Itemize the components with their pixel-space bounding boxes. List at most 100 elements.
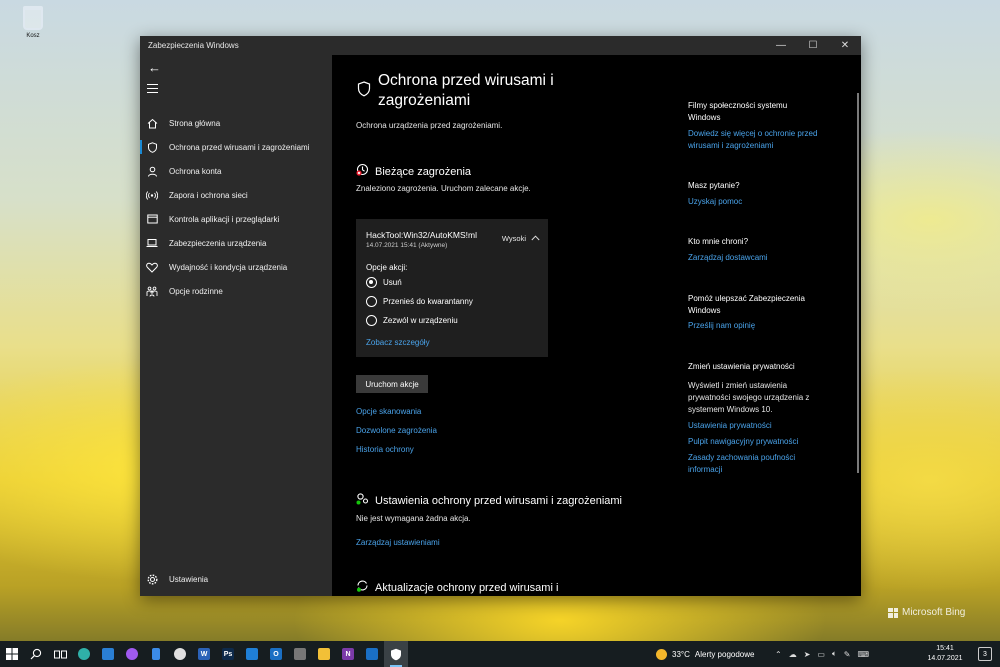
sidebar-item-label: Ochrona przed wirusami i zagrożeniami xyxy=(169,142,310,152)
option-quarantine-radio[interactable]: Przenieś do kwarantanny xyxy=(366,296,473,307)
sidebar-item-device-security[interactable]: Zabezpieczenia urządzenia xyxy=(140,231,332,255)
scan-options-link[interactable]: Opcje skanowania xyxy=(356,407,421,416)
option-allow-radio[interactable]: Zezwól w urządzeniu xyxy=(366,315,458,326)
community-heading: Filmy społeczności systemu Windows xyxy=(688,101,788,122)
current-threats-heading: Bieżące zagrożenia xyxy=(375,166,472,178)
calculator-logo xyxy=(294,648,306,660)
person-icon xyxy=(146,165,158,177)
recycle-bin[interactable]: Kosz xyxy=(16,6,50,39)
page-subtitle: Ochrona urządzenia przed zagrożeniami. xyxy=(356,121,503,130)
shield-icon xyxy=(146,141,158,153)
language-icon[interactable]: ⌨︎ xyxy=(857,650,869,659)
privacy-statement-link[interactable]: Zasady zachowania poufności informacji xyxy=(688,452,813,476)
word-icon[interactable]: W xyxy=(192,641,216,667)
see-details-link[interactable]: Zobacz szczegóły xyxy=(366,338,430,347)
security-icon[interactable] xyxy=(384,641,408,667)
settings-section-header: Ustawienia ochrony przed wirusami i zagr… xyxy=(356,492,622,510)
taskbar: W Ps O N 33°C Alerty pogodowe ⌃ ☁ ➤ ▭ 🔈︎… xyxy=(0,641,1000,667)
outlook-icon[interactable]: O xyxy=(264,641,288,667)
phone-logo xyxy=(152,648,160,660)
weather-widget[interactable]: 33°C Alerty pogodowe xyxy=(656,641,754,667)
sidebar-item-label: Opcje rodzinne xyxy=(169,286,223,296)
sidebar-item-settings[interactable]: Ustawienia xyxy=(140,567,208,591)
close-button[interactable]: ✕ xyxy=(829,36,861,55)
messenger-icon[interactable] xyxy=(120,641,144,667)
privacy-text: Wyświetl i zmień ustawienia prywatności … xyxy=(688,381,810,414)
system-tray: ⌃ ☁ ➤ ▭ 🔈︎ ✎ ⌨︎ xyxy=(775,641,869,667)
clock[interactable]: 15:41 14.07.2021 xyxy=(925,644,965,664)
sidebar-item-app-control[interactable]: Kontrola aplikacji i przeglądarki xyxy=(140,207,332,231)
minimize-button[interactable]: — xyxy=(765,36,797,55)
sidebar-item-account[interactable]: Ochrona konta xyxy=(140,159,332,183)
settings-section-heading: Ustawienia ochrony przed wirusami i zagr… xyxy=(375,495,622,507)
main-content: Ochrona przed wirusami i zagrożeniami Oc… xyxy=(332,55,861,596)
sidebar-item-virus-protection[interactable]: Ochrona przed wirusami i zagrożeniami xyxy=(140,135,332,159)
maximize-button[interactable]: ☐ xyxy=(797,36,829,55)
heart-icon xyxy=(146,261,158,273)
privacy-heading: Zmień ustawienia prywatności xyxy=(688,362,795,371)
task-view-icon[interactable] xyxy=(48,641,72,667)
sidebar-item-device-health[interactable]: Wydajność i kondycja urządzenia xyxy=(140,255,332,279)
option-label: Zezwól w urządzeniu xyxy=(383,316,458,325)
sidebar-item-label: Ochrona konta xyxy=(169,166,222,176)
chevron-up-icon[interactable]: ⌃ xyxy=(775,650,782,659)
updates-section-header: Aktualizacje ochrony przed wirusami i xyxy=(356,579,558,596)
protection-history-link[interactable]: Historia ochrony xyxy=(356,445,414,454)
sidebar-nav: Strona główna Ochrona przed wirusami i z… xyxy=(140,111,332,303)
get-help-link[interactable]: Uzyskaj pomoc xyxy=(688,196,818,208)
pen-icon[interactable]: ✎ xyxy=(844,650,851,659)
allowed-threats-link[interactable]: Dozwolone zagrożenia xyxy=(356,426,437,435)
edge-logo xyxy=(78,648,90,660)
speaker-icon[interactable]: 🔈︎ xyxy=(832,649,837,659)
current-threats-text: Znaleziono zagrożenia. Uruchom zalecane … xyxy=(356,184,531,193)
community-link[interactable]: Dowiedz się więcej o ochronie przed wiru… xyxy=(688,128,828,152)
sidebar-item-home[interactable]: Strona główna xyxy=(140,111,332,135)
photos-icon[interactable] xyxy=(168,641,192,667)
sidebar-item-firewall[interactable]: Zapora i ochrona sieci xyxy=(140,183,332,207)
page-header: Ochrona przed wirusami i zagrożeniami xyxy=(357,71,618,111)
privacy-dashboard-link[interactable]: Pulpit nawigacyjny prywatności xyxy=(688,436,818,448)
manage-settings-link[interactable]: Zarządzaj ustawieniami xyxy=(356,538,440,547)
phone-icon[interactable] xyxy=(144,641,168,667)
radio-unchecked-icon xyxy=(366,315,377,326)
scrollbar[interactable] xyxy=(857,93,859,473)
mail-icon[interactable] xyxy=(96,641,120,667)
notifications-button[interactable]: 3 xyxy=(978,647,992,661)
threat-severity-toggle[interactable]: Wysoki xyxy=(502,234,540,243)
radio-checked-icon xyxy=(366,277,377,288)
trello-icon[interactable] xyxy=(240,641,264,667)
family-icon xyxy=(146,285,158,297)
privacy-settings-link[interactable]: Ustawienia prywatności xyxy=(688,420,818,432)
back-arrow-icon[interactable]: ← xyxy=(148,60,161,75)
edge-icon[interactable] xyxy=(72,641,96,667)
option-remove-radio[interactable]: Usuń xyxy=(366,277,402,288)
start-icon[interactable] xyxy=(0,641,24,667)
photoshop-icon[interactable]: Ps xyxy=(216,641,240,667)
calculator-icon[interactable] xyxy=(288,641,312,667)
start-actions-button[interactable]: Uruchom akcje xyxy=(356,375,428,393)
search-icon[interactable] xyxy=(24,641,48,667)
sidebar-item-family[interactable]: Opcje rodzinne xyxy=(140,279,332,303)
onenote-icon[interactable]: N xyxy=(336,641,360,667)
threat-name: HackTool:Win32/AutoKMS!ml xyxy=(366,230,478,240)
sidebar-item-label: Strona główna xyxy=(169,118,221,128)
cloud-icon[interactable]: ☁ xyxy=(789,650,797,659)
photoshop-logo: Ps xyxy=(222,648,234,660)
network-icon[interactable]: ▭ xyxy=(817,650,825,659)
outlook2-logo xyxy=(366,648,378,660)
threat-card[interactable]: HackTool:Win32/AutoKMS!ml 14.07.2021 15:… xyxy=(356,219,548,357)
send-feedback-link[interactable]: Prześlij nam opinię xyxy=(688,320,818,332)
explorer-icon[interactable] xyxy=(312,641,336,667)
sun-icon xyxy=(656,648,667,660)
protector-heading: Kto mnie chroni? xyxy=(688,237,749,246)
telegram-icon[interactable]: ➤ xyxy=(804,650,811,659)
title-bar[interactable]: Zabezpieczenia Windows — ☐ ✕ xyxy=(140,36,861,55)
page-title: Ochrona przed wirusami i zagrożeniami xyxy=(378,72,554,109)
hamburger-menu-icon[interactable] xyxy=(147,84,158,96)
outlook2-icon[interactable] xyxy=(360,641,384,667)
question-heading: Masz pytanie? xyxy=(688,181,740,190)
sidebar: ← Strona główna Ochrona przed wirusami i… xyxy=(140,55,332,596)
bing-watermark: Microsoft Bing xyxy=(888,607,965,618)
manage-providers-link[interactable]: Zarządzaj dostawcami xyxy=(688,252,818,264)
updates-section-heading: Aktualizacje ochrony przed wirusami i xyxy=(375,582,559,594)
